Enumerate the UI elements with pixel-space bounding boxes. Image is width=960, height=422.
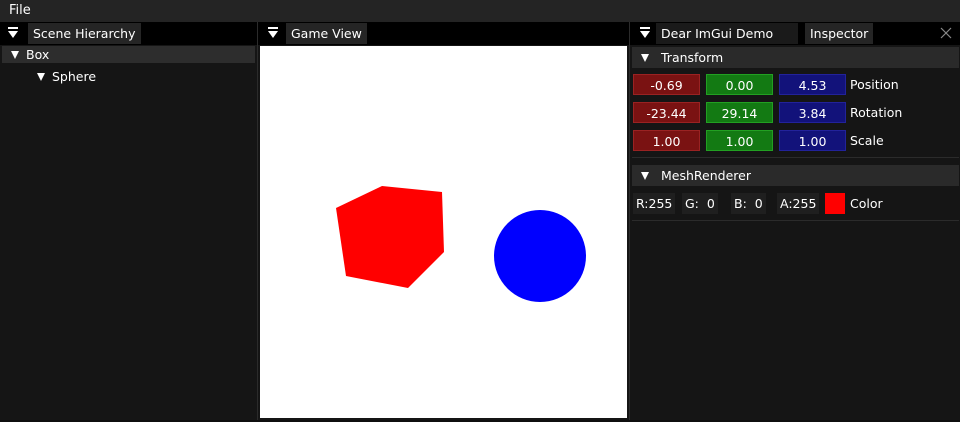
tab-game-view[interactable]: Game View [286, 23, 367, 44]
divider [632, 220, 959, 221]
window-menu-icon[interactable] [6, 26, 20, 40]
divider [632, 157, 959, 158]
rotation-z-field[interactable]: 3.84 [779, 102, 846, 123]
expand-arrow-icon[interactable] [37, 73, 45, 81]
meshrenderer-header[interactable]: MeshRenderer [632, 165, 959, 186]
color-g-field[interactable]: G: 0 [682, 193, 718, 214]
tab-inspector[interactable]: Inspector [805, 23, 874, 44]
tab-bar: Dear ImGui Demo Inspector [630, 22, 960, 45]
tab-bar: Scene Hierarchy [0, 22, 257, 45]
transform-header[interactable]: Transform [632, 47, 959, 68]
tab-dear-imgui-demo[interactable]: Dear ImGui Demo [656, 23, 798, 44]
scene-hierarchy-panel: Scene Hierarchy Box Sphere [0, 22, 257, 420]
collapse-arrow-icon[interactable] [641, 54, 649, 62]
inspector-panel: Dear ImGui Demo Inspector Transform -0.6… [629, 22, 960, 420]
meshrenderer-title: MeshRenderer [661, 168, 751, 183]
scale-z-field[interactable]: 1.00 [779, 130, 846, 151]
position-x-field[interactable]: -0.69 [633, 74, 700, 95]
rotation-label: Rotation [850, 105, 903, 120]
color-b-field[interactable]: B: 0 [731, 193, 766, 214]
tree-item-label: Sphere [52, 69, 97, 84]
tree-item-sphere[interactable]: Sphere [37, 68, 96, 85]
rotation-x-field[interactable]: -23.44 [633, 102, 700, 123]
menu-file[interactable]: File [9, 3, 31, 18]
scene-render [336, 186, 586, 302]
tree-item-label: Box [26, 47, 50, 62]
tab-bar: Game View [258, 22, 629, 45]
position-label: Position [850, 77, 899, 92]
tree-item-box[interactable]: Box [2, 46, 255, 63]
color-r-field[interactable]: R:255 [633, 193, 676, 214]
scale-label: Scale [850, 133, 884, 148]
blue-sphere [494, 210, 586, 302]
window-menu-icon[interactable] [266, 26, 280, 40]
window-menu-icon[interactable] [638, 26, 652, 40]
position-y-field[interactable]: 0.00 [706, 74, 773, 95]
color-swatch[interactable] [825, 193, 845, 214]
red-cube [336, 186, 444, 288]
scale-y-field[interactable]: 1.00 [706, 130, 773, 151]
rotation-y-field[interactable]: 29.14 [706, 102, 773, 123]
expand-arrow-icon[interactable] [11, 51, 19, 59]
color-a-field[interactable]: A:255 [777, 193, 820, 214]
game-viewport[interactable] [260, 46, 627, 418]
collapse-arrow-icon[interactable] [641, 172, 649, 180]
position-z-field[interactable]: 4.53 [779, 74, 846, 95]
menu-bar: File [0, 0, 960, 22]
game-view-panel: Game View [257, 22, 629, 420]
close-icon[interactable] [940, 27, 952, 39]
transform-title: Transform [661, 50, 724, 65]
tab-scene-hierarchy[interactable]: Scene Hierarchy [28, 23, 141, 44]
scale-x-field[interactable]: 1.00 [633, 130, 700, 151]
color-label: Color [850, 196, 883, 211]
